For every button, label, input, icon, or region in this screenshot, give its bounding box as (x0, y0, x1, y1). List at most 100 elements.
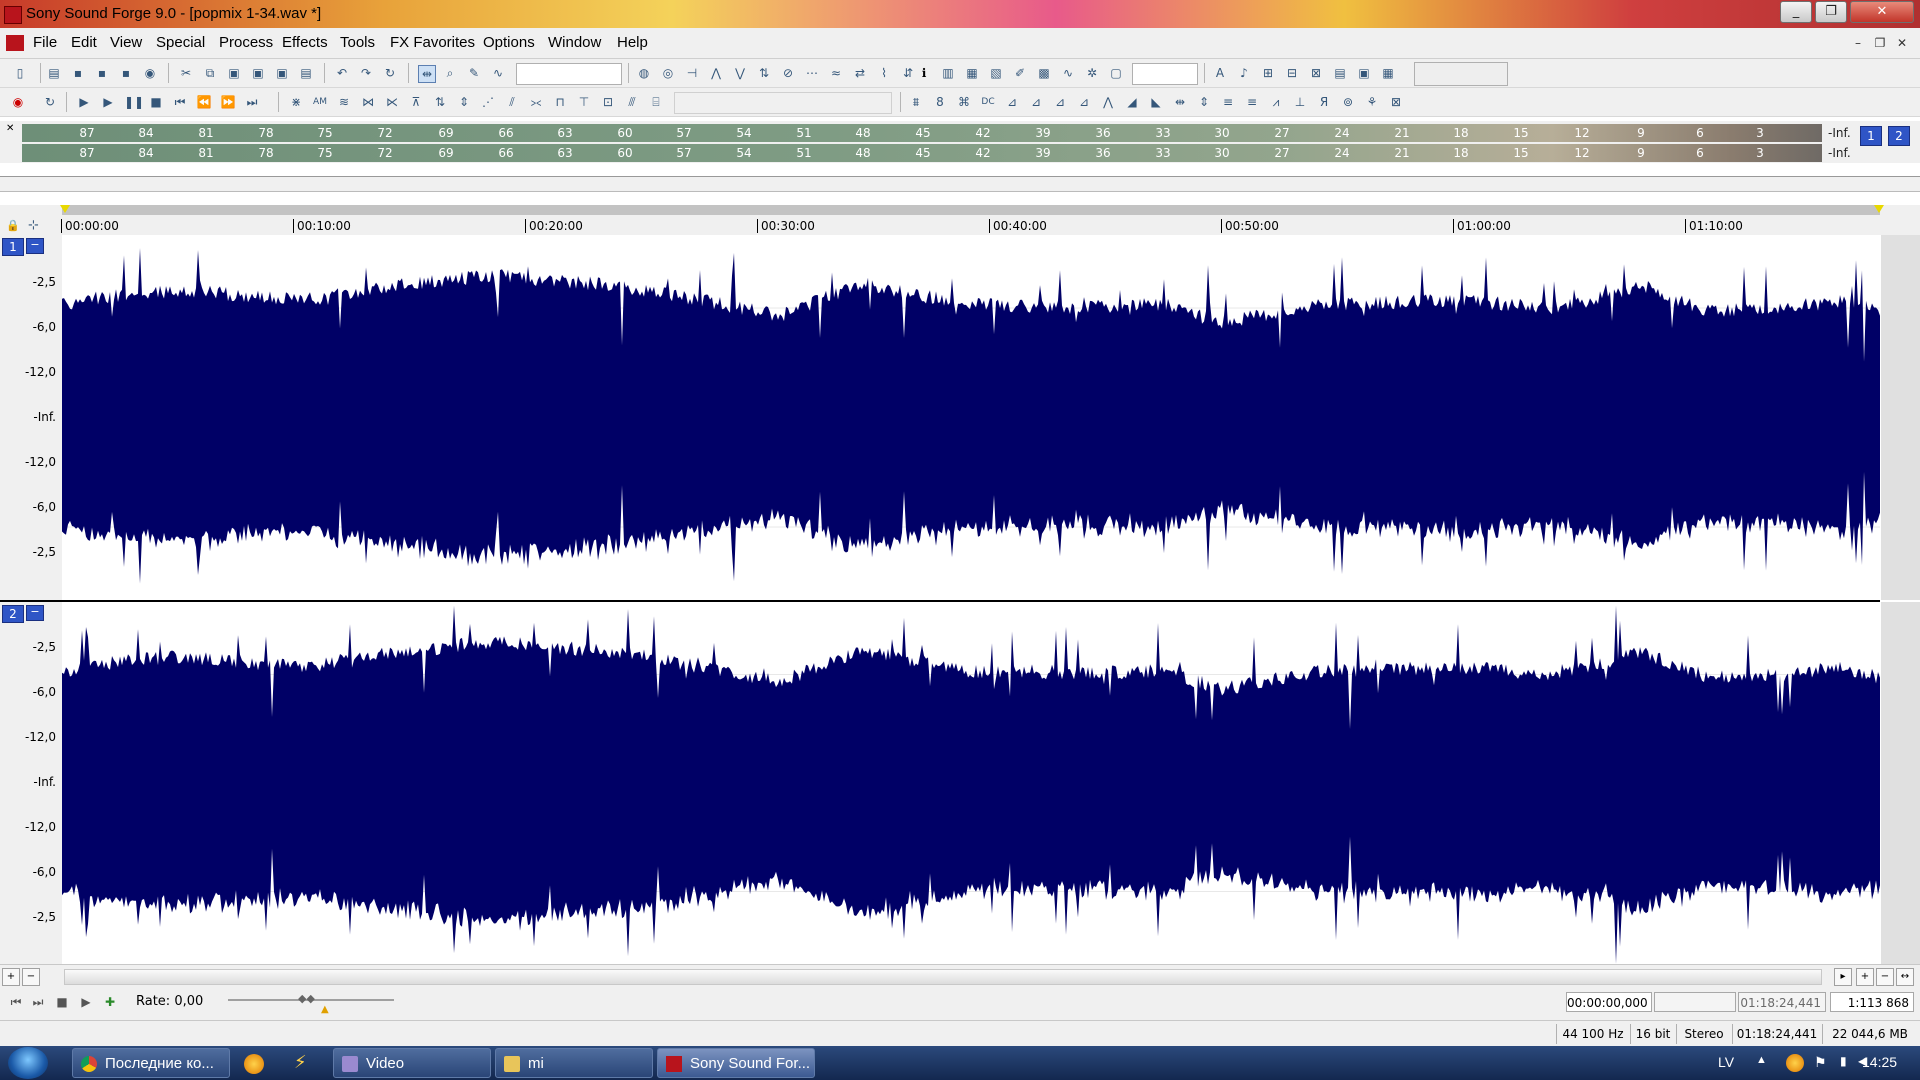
normalize-icon[interactable]: ⇅ (756, 65, 772, 81)
go-end-icon[interactable]: ⏭ (30, 994, 46, 1010)
selection-end-field[interactable]: 01:18:24,441 (1738, 992, 1826, 1012)
overview-bar[interactable] (0, 176, 1920, 192)
menu-process[interactable]: Process (219, 34, 273, 51)
channel-1-waveform[interactable] (62, 235, 1880, 600)
tool-graph-4-icon[interactable]: ⊿ (1076, 94, 1092, 110)
taskbar-video[interactable]: Video (333, 1048, 491, 1078)
paste-icon[interactable]: ▣ (226, 65, 242, 81)
tray-media-icon[interactable] (1786, 1054, 1804, 1072)
playlist-icon[interactable]: ▤ (1332, 65, 1348, 81)
mdi-minimize-button[interactable]: – (1848, 34, 1868, 52)
channel-2-collapse-button[interactable]: − (26, 605, 44, 621)
envelope-icon[interactable]: ⋰ (480, 94, 496, 110)
channel-2-waveform-graphic[interactable] (62, 602, 1880, 964)
tool-8-icon[interactable]: 8 (932, 94, 948, 110)
chorus-icon[interactable]: ≋ (336, 94, 352, 110)
menu-help[interactable]: Help (617, 34, 648, 51)
tool-graph-2-icon[interactable]: ⊿ (1028, 94, 1044, 110)
sample-rate-status[interactable]: 44 100 Hz (1556, 1024, 1629, 1044)
dc-offset-icon[interactable]: ⊣ (684, 65, 700, 81)
save-as-icon[interactable]: ▪ (94, 65, 110, 81)
keyboard-icon[interactable]: ▥ (940, 65, 956, 81)
invert-icon[interactable]: ⇵ (900, 65, 916, 81)
pm-icon[interactable]: ▢ (1108, 65, 1124, 81)
sine-icon[interactable]: ∿ (1060, 65, 1076, 81)
filter-icon[interactable]: ⊼ (408, 94, 424, 110)
zoom-in-h-button[interactable]: + (1856, 968, 1874, 986)
taskbar-mi-folder[interactable]: mi (495, 1048, 653, 1078)
scroll-right-button[interactable]: ▸ (1834, 968, 1852, 986)
menu-effects[interactable]: Effects (282, 34, 328, 51)
mute-icon[interactable]: ⊘ (780, 65, 796, 81)
menu-options[interactable]: Options (483, 34, 535, 51)
play-icon[interactable]: ▶ (100, 94, 116, 110)
fx-icon[interactable]: ✲ (1084, 65, 1100, 81)
flange-icon[interactable]: ⋉ (384, 94, 400, 110)
insert-silence-icon[interactable]: ⋯ (804, 65, 820, 81)
scroll-thumb[interactable] (65, 970, 1821, 984)
zoom-in-button[interactable]: + (2, 968, 20, 986)
menu-tools[interactable]: Tools (340, 34, 375, 51)
dc-icon[interactable]: DC (980, 94, 996, 110)
copy-icon[interactable]: ⧉ (202, 65, 218, 81)
horizontal-scrollbar[interactable] (64, 969, 1822, 985)
reverb-icon[interactable]: ⊓ (552, 94, 568, 110)
fade-out-icon[interactable]: ⋁ (732, 65, 748, 81)
trim-icon[interactable]: ▤ (298, 65, 314, 81)
reverse-icon[interactable]: ⇄ (852, 65, 868, 81)
tool-a-icon[interactable]: ⩩ (908, 94, 924, 110)
am-icon[interactable]: AM (312, 94, 328, 110)
winamp-icon[interactable]: ⚡ (294, 1052, 307, 1073)
go-to-end-icon[interactable]: ⏭ (244, 94, 260, 110)
channel-2-waveform[interactable] (62, 602, 1880, 964)
save-all-icon[interactable]: ▪ (118, 65, 134, 81)
rewind-icon[interactable]: ⏪ (196, 94, 212, 110)
spectrum-icon[interactable]: ▧ (988, 65, 1004, 81)
lock-icon[interactable]: 🔒 (6, 219, 20, 232)
start-button[interactable] (8, 1047, 48, 1079)
pause-icon[interactable]: ❚❚ (124, 94, 144, 110)
crossfade-icon[interactable]: ▣ (274, 65, 290, 81)
gate-icon[interactable]: ⊤ (576, 94, 592, 110)
channel-1-number[interactable]: 1 (2, 238, 24, 256)
bit-depth-status[interactable]: 16 bit (1630, 1024, 1675, 1044)
taskbar-chrome[interactable]: Последние ко... (72, 1048, 230, 1078)
save-icon[interactable]: ▪ (70, 65, 86, 81)
menu-special[interactable]: Special (156, 34, 205, 51)
time-ruler[interactable]: 🔒 ⊹ 00:00:00 00:10:00 00:20:00 00:30:00 … (0, 205, 1920, 235)
piano-icon[interactable]: ▦ (964, 65, 980, 81)
meter-close-icon[interactable]: ✕ (6, 123, 14, 134)
tray-expand-icon[interactable]: ▲ (1756, 1054, 1767, 1066)
zoom-out-h-button[interactable]: − (1876, 968, 1894, 986)
tempo-icon[interactable]: ♪ (1236, 65, 1252, 81)
graphic-fade-icon[interactable]: ⌸ (648, 94, 664, 110)
zoom-out-button[interactable]: − (22, 968, 40, 986)
loop-small-icon[interactable]: ✚ (102, 994, 118, 1010)
mix-paste-icon[interactable]: ▣ (250, 65, 266, 81)
close-button[interactable]: ✕ (1850, 1, 1914, 23)
clock[interactable]: 14:25 (1862, 1054, 1897, 1070)
go-start-icon[interactable]: ⏮ (8, 994, 24, 1010)
waveform-shape[interactable] (62, 605, 1880, 964)
channel-1-waveform-graphic[interactable] (62, 235, 1880, 600)
cut-icon[interactable]: ✂ (178, 65, 194, 81)
repeat-icon[interactable]: ↻ (382, 65, 398, 81)
mdi-close-button[interactable]: ✕ (1892, 34, 1912, 52)
undo-icon[interactable]: ↶ (334, 65, 350, 81)
envelope-tool-icon[interactable]: ∿ (490, 65, 506, 81)
document-icon[interactable] (6, 35, 24, 51)
tool-swirl-icon[interactable]: ⚘ (1364, 94, 1380, 110)
tool-ya-icon[interactable]: Я (1316, 94, 1332, 110)
marker-icon[interactable]: ⊞ (1260, 65, 1276, 81)
menu-window[interactable]: Window (548, 34, 601, 51)
selection-start-field[interactable]: 00:00:00,000 (1566, 992, 1652, 1012)
tool-equal-2-icon[interactable]: ≡ (1244, 94, 1260, 110)
noise-icon[interactable]: ▩ (1036, 65, 1052, 81)
play-all-icon[interactable]: ▶ (76, 94, 92, 110)
selection-start-marker[interactable] (60, 205, 70, 213)
tool-equal-1-icon[interactable]: ≡ (1220, 94, 1236, 110)
wave-hammer-icon[interactable]: ⊡ (600, 94, 616, 110)
render-icon[interactable]: ◉ (142, 65, 158, 81)
stop-icon[interactable]: ■ (148, 94, 164, 110)
open-folder-icon[interactable]: ▤ (46, 65, 62, 81)
